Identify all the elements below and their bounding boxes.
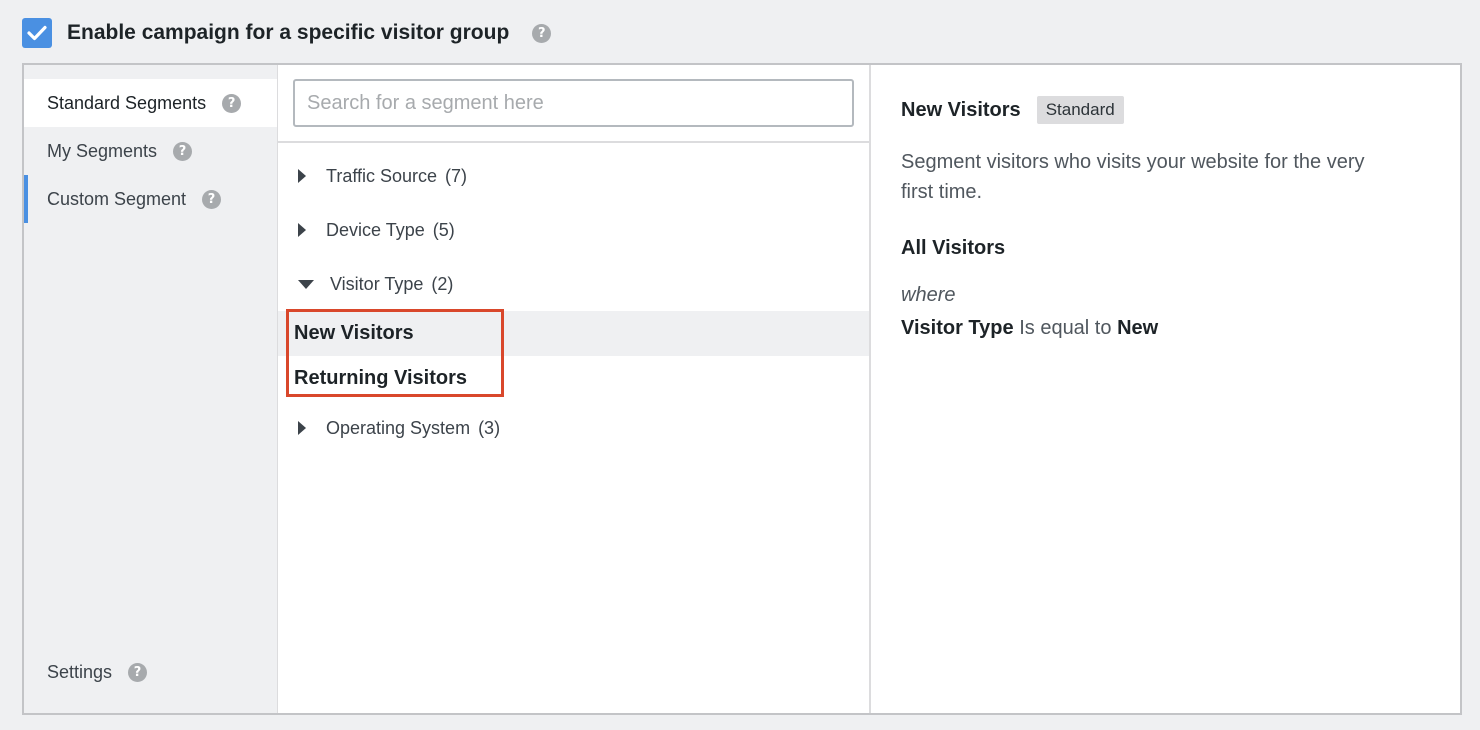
group-device-type[interactable]: Device Type (5) xyxy=(278,203,869,257)
enable-campaign-label[interactable]: Enable campaign for a specific visitor g… xyxy=(67,21,509,45)
segment-search-input[interactable] xyxy=(293,79,854,127)
detail-where: where xyxy=(901,284,956,306)
help-icon[interactable]: ? xyxy=(173,141,193,161)
caret-right-icon xyxy=(298,169,306,183)
enable-campaign-row: Enable campaign for a specific visitor g… xyxy=(22,18,552,48)
group-label: Operating System xyxy=(326,417,471,438)
check-icon xyxy=(27,25,47,41)
detail-description: Segment visitors who visits your website… xyxy=(901,151,1365,203)
segment-groups: Traffic Source (7) Device Type (5) Visit… xyxy=(278,143,869,455)
help-icon[interactable]: ? xyxy=(532,23,552,43)
group-count: (7) xyxy=(445,165,468,186)
sidebar-item-standard-segments[interactable]: Standard Segments ? xyxy=(24,79,277,127)
caret-right-icon xyxy=(298,223,306,237)
group-count: (3) xyxy=(478,417,501,438)
sidebar-item-label: Standard Segments xyxy=(47,92,207,113)
caret-down-icon xyxy=(298,279,314,289)
rule-field: Visitor Type xyxy=(901,317,1014,339)
group-label: Visitor Type xyxy=(330,273,424,294)
segment-panel: Standard Segments ? My Segments ? Custom… xyxy=(22,63,1462,715)
help-icon[interactable]: ? xyxy=(202,189,222,209)
sidebar-item-label: Custom Segment xyxy=(47,188,187,209)
visitor-type-segments: New Visitors Returning Visitors xyxy=(278,309,869,401)
help-icon[interactable]: ? xyxy=(128,662,148,682)
enable-campaign-checkbox[interactable] xyxy=(22,18,52,48)
group-operating-system[interactable]: Operating System (3) xyxy=(278,401,869,455)
search-wrap xyxy=(278,65,869,143)
segment-type-badge: Standard xyxy=(1036,96,1124,124)
detail-title: New Visitors xyxy=(901,98,1021,121)
detail-scope: All Visitors xyxy=(901,237,1006,259)
sidebar-item-label: My Segments xyxy=(47,140,158,161)
rule-operator: Is equal to xyxy=(1019,317,1112,339)
detail-rule: Visitor Type Is equal to New xyxy=(901,317,1430,340)
group-traffic-source[interactable]: Traffic Source (7) xyxy=(278,149,869,203)
sidebar-item-my-segments[interactable]: My Segments ? xyxy=(24,127,277,175)
segment-list-pane: Traffic Source (7) Device Type (5) Visit… xyxy=(278,65,871,713)
sidebar-item-custom-segment[interactable]: Custom Segment ? xyxy=(24,175,277,223)
caret-right-icon xyxy=(298,421,306,435)
group-count: (5) xyxy=(432,219,455,240)
help-icon[interactable]: ? xyxy=(222,93,242,113)
segment-new-visitors[interactable]: New Visitors xyxy=(278,311,869,356)
group-visitor-type[interactable]: Visitor Type (2) xyxy=(278,257,869,311)
group-label: Device Type xyxy=(326,219,425,240)
rule-value: New xyxy=(1117,317,1159,339)
segment-detail-pane: New Visitors Standard Segment visitors w… xyxy=(871,65,1460,713)
group-count: (2) xyxy=(431,273,454,294)
sidebar-item-label: Settings xyxy=(47,661,113,682)
detail-header: New Visitors Standard xyxy=(901,95,1430,125)
sidebar-item-settings[interactable]: Settings ? xyxy=(24,648,277,696)
group-label: Traffic Source xyxy=(326,165,438,186)
segment-returning-visitors[interactable]: Returning Visitors xyxy=(278,356,869,401)
segment-sidebar: Standard Segments ? My Segments ? Custom… xyxy=(24,65,278,713)
